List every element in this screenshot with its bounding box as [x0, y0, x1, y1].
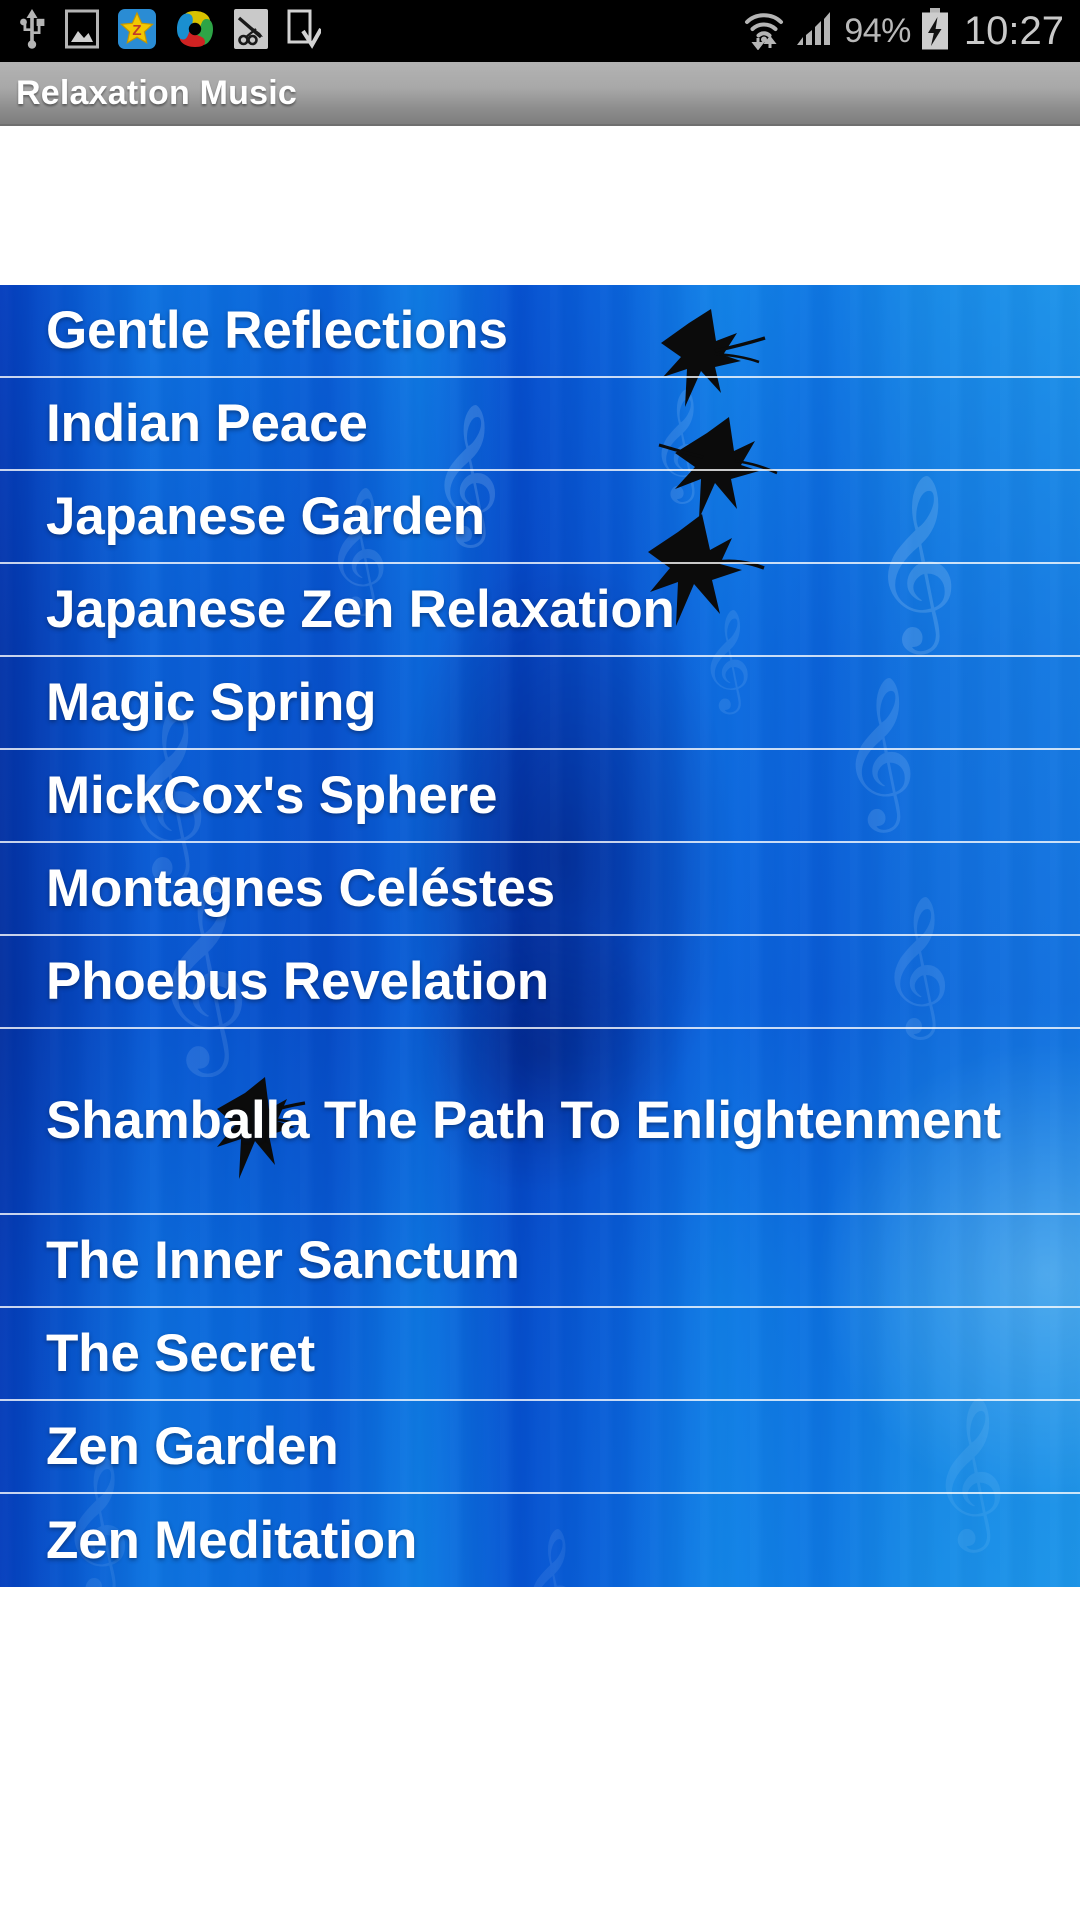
- screenshot-image-icon: [65, 9, 99, 54]
- song-list-item[interactable]: Japanese Zen Relaxation: [0, 564, 1080, 657]
- song-title: Magic Spring: [46, 672, 377, 732]
- clock-label: 10:27: [963, 9, 1064, 53]
- song-title: MickCox's Sphere: [46, 765, 498, 825]
- song-list-item[interactable]: Magic Spring: [0, 657, 1080, 750]
- song-title: Indian Peace: [46, 393, 368, 453]
- wifi-with-transfer-arrows-icon: [742, 8, 786, 55]
- song-list-item[interactable]: Shamballa The Path To Enlightenment: [0, 1029, 1080, 1215]
- color-swirl-app-icon: [175, 9, 215, 54]
- svg-text:Z: Z: [132, 22, 141, 39]
- song-title: Montagnes Celéstes: [46, 858, 555, 918]
- song-list-item[interactable]: Zen Meditation: [0, 1494, 1080, 1587]
- scissors-snip-icon: [234, 8, 268, 54]
- song-list-item[interactable]: MickCox's Sphere: [0, 750, 1080, 843]
- song-title: Phoebus Revelation: [46, 951, 549, 1011]
- zedge-star-app-icon: Z: [118, 8, 156, 54]
- app-title-bar: Relaxation Music: [0, 62, 1080, 126]
- song-title: Gentle Reflections: [46, 300, 508, 360]
- battery-percent-label: 94%: [844, 12, 911, 50]
- song-title: Shamballa The Path To Enlightenment: [46, 1091, 1001, 1151]
- status-bar-notification-icons: Z: [18, 8, 742, 54]
- song-list-item[interactable]: Montagnes Celéstes: [0, 843, 1080, 936]
- song-title: The Inner Sanctum: [46, 1230, 520, 1290]
- download-to-device-icon: [287, 9, 323, 54]
- song-list-item[interactable]: Zen Garden: [0, 1401, 1080, 1494]
- battery-charging-icon: [920, 7, 950, 55]
- status-bar-system-icons: 94% 10:27: [742, 7, 1064, 55]
- song-title: The Secret: [46, 1323, 316, 1383]
- song-list-item[interactable]: Phoebus Revelation: [0, 936, 1080, 1029]
- song-title: Japanese Zen Relaxation: [46, 579, 675, 639]
- song-list-item[interactable]: Gentle Reflections: [0, 285, 1080, 378]
- song-list-item[interactable]: The Inner Sanctum: [0, 1215, 1080, 1308]
- song-list-item[interactable]: Japanese Garden: [0, 471, 1080, 564]
- usb-icon: [18, 8, 46, 54]
- song-title: Japanese Garden: [46, 486, 485, 546]
- song-title: Zen Meditation: [46, 1510, 418, 1570]
- song-list-item[interactable]: Indian Peace: [0, 378, 1080, 471]
- status-bar[interactable]: Z 94% 10:27: [0, 0, 1080, 62]
- cellular-signal-icon: [795, 9, 835, 54]
- main-content: 𝄞 𝄞 𝄞 𝄞 𝄞 𝄞 𝄞 𝄞 𝄞 𝄞 𝄞 𝄞 Gentle Reflectio…: [0, 128, 1080, 1920]
- page-title: Relaxation Music: [16, 73, 297, 112]
- song-title: Zen Garden: [46, 1416, 339, 1476]
- song-list-item[interactable]: The Secret: [0, 1308, 1080, 1401]
- song-list[interactable]: 𝄞 𝄞 𝄞 𝄞 𝄞 𝄞 𝄞 𝄞 𝄞 𝄞 𝄞 𝄞 Gentle Reflectio…: [0, 285, 1080, 1587]
